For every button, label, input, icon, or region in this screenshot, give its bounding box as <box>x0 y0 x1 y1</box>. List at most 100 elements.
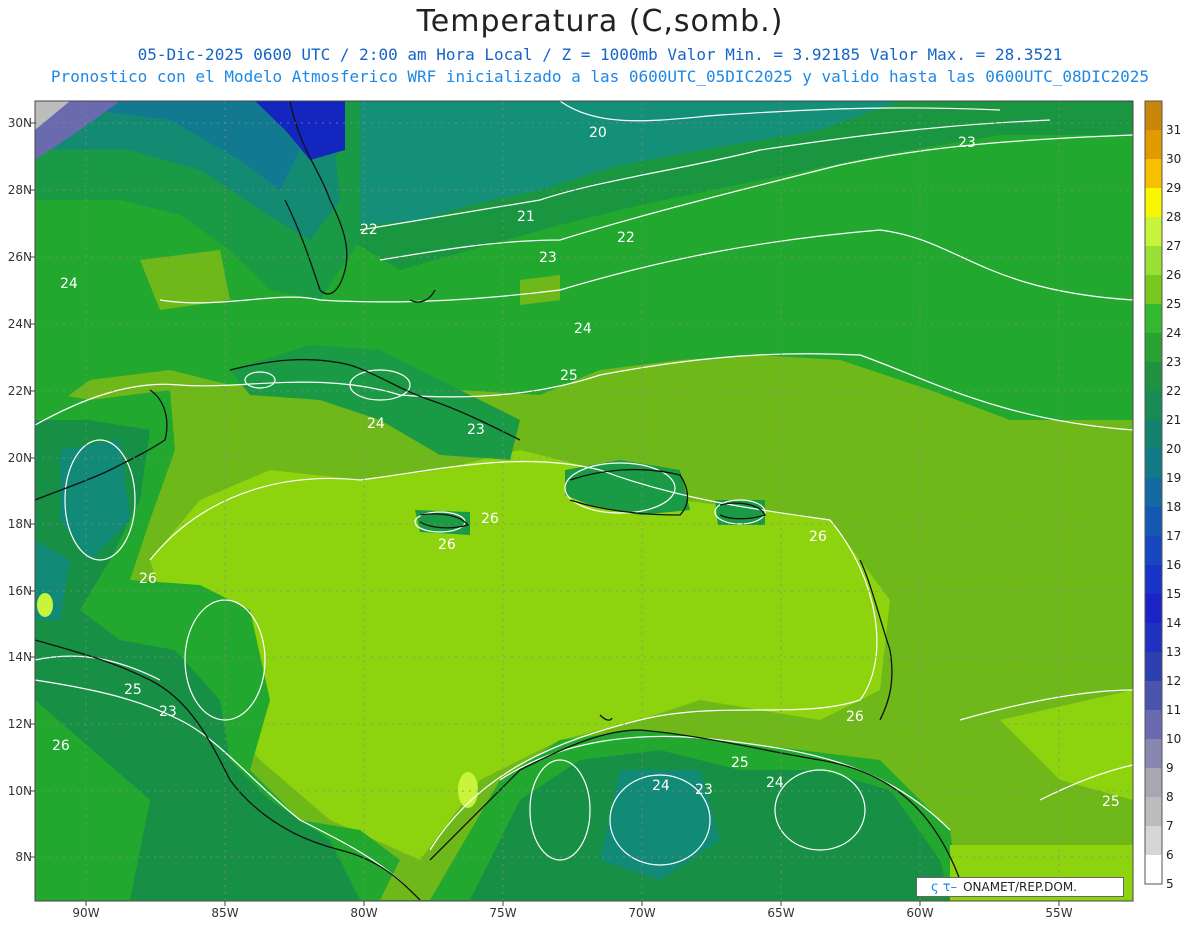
contour-label: 25 <box>1102 794 1120 810</box>
colorbar-swatch <box>1145 449 1162 478</box>
colorbar-tick-label: 8 <box>1166 790 1174 804</box>
contour-label: 24 <box>574 321 592 337</box>
contour-label: 20 <box>589 125 607 141</box>
colorbar-swatch <box>1145 826 1162 855</box>
colorbar-swatch <box>1145 710 1162 739</box>
contour-label: 26 <box>438 537 456 553</box>
colorbar-swatch <box>1145 507 1162 536</box>
contour-label: 25 <box>731 755 749 771</box>
map-title: Temperatura (C,somb.) <box>416 4 784 39</box>
colorbar-swatch <box>1145 101 1162 130</box>
subtitle-date-range: 05-Dic-2025 0600 UTC / 2:00 am Hora Loca… <box>137 45 1063 64</box>
colorbar-tick-label: 12 <box>1166 674 1182 688</box>
onamet-logo-text: ONAMET/REP.DOM. <box>963 880 1077 894</box>
colorbar-tick-label: 31 <box>1166 123 1182 137</box>
contour-label: 23 <box>159 704 177 720</box>
colorbar-swatch <box>1145 159 1162 188</box>
contour-label: 26 <box>846 709 864 725</box>
colorbar-tick-label: 17 <box>1166 529 1182 543</box>
lon-label: 75W <box>489 906 517 920</box>
colorbar-swatch <box>1145 594 1162 623</box>
colorbar-tick-label: 18 <box>1166 500 1182 514</box>
colorbar-tick-label: 23 <box>1166 355 1182 369</box>
colorbar-tick-label: 7 <box>1166 819 1174 833</box>
lat-label: 28N <box>7 183 32 197</box>
colorbar-tick-label: 5 <box>1166 877 1174 891</box>
colorbar <box>1144 100 1163 885</box>
lon-label: 80W <box>350 906 378 920</box>
colorbar-swatch <box>1145 623 1162 652</box>
colorbar-swatch <box>1145 304 1162 333</box>
lat-label: 12N <box>7 717 32 731</box>
contour-label: 23 <box>958 135 976 151</box>
lat-label: 14N <box>7 650 32 664</box>
lon-label: 70W <box>628 906 656 920</box>
colorbar-swatch <box>1145 739 1162 768</box>
colorbar-tick-label: 28 <box>1166 210 1182 224</box>
colorbar-tick-label: 14 <box>1166 616 1182 630</box>
lon-label: 85W <box>211 906 239 920</box>
onamet-logo: ς τ– ONAMET/REP.DOM. <box>916 877 1124 897</box>
colorbar-tick-label: 19 <box>1166 471 1182 485</box>
forecast-map: 20 23 21 22 22 23 24 24 25 24 23 26 26 2… <box>30 100 1163 906</box>
lat-label: 8N <box>15 850 32 864</box>
colorbar-swatch <box>1145 333 1162 362</box>
colorbar-swatch <box>1145 681 1162 710</box>
colorbar-swatch <box>1145 391 1162 420</box>
lon-label: 65W <box>767 906 795 920</box>
lat-label: 16N <box>7 584 32 598</box>
colorbar-swatch <box>1145 217 1162 246</box>
contour-label: 24 <box>60 276 78 292</box>
lon-label: 55W <box>1045 906 1073 920</box>
contour-label: 22 <box>617 230 635 246</box>
colorbar-tick-label: 15 <box>1166 587 1182 601</box>
contour-label: 26 <box>481 511 499 527</box>
colorbar-swatch <box>1145 275 1162 304</box>
colorbar-tick-label: 11 <box>1166 703 1182 717</box>
contour-label: 25 <box>124 682 142 698</box>
colorbar-tick-label: 27 <box>1166 239 1182 253</box>
lon-label: 90W <box>72 906 100 920</box>
colorbar-tick-label: 26 <box>1166 268 1182 282</box>
colorbar-swatch <box>1145 565 1162 594</box>
colorbar-swatch <box>1145 652 1162 681</box>
lat-label: 26N <box>7 250 32 264</box>
contour-label: 24 <box>766 775 784 791</box>
contour-label: 24 <box>367 416 385 432</box>
lat-label: 22N <box>7 384 32 398</box>
colorbar-tick-label: 21 <box>1166 413 1182 427</box>
contour-label: 26 <box>809 529 827 545</box>
colorbar-tick-label: 25 <box>1166 297 1182 311</box>
colorbar-tick-label: 16 <box>1166 558 1182 572</box>
contour-label: 23 <box>467 422 485 438</box>
contour-label: 24 <box>652 778 670 794</box>
contour-label: 26 <box>52 738 70 754</box>
lat-label: 10N <box>7 784 32 798</box>
colorbar-tick-label: 22 <box>1166 384 1182 398</box>
contour-label: 21 <box>517 209 535 225</box>
colorbar-swatch <box>1145 246 1162 275</box>
colorbar-swatch <box>1145 536 1162 565</box>
colorbar-tick-label: 30 <box>1166 152 1182 166</box>
lat-label: 20N <box>7 451 32 465</box>
colorbar-swatch <box>1145 768 1162 797</box>
colorbar-tick-label: 13 <box>1166 645 1182 659</box>
colorbar-swatch <box>1145 855 1162 884</box>
lon-label: 60W <box>906 906 934 920</box>
lat-label: 30N <box>7 116 32 130</box>
colorbar-tick-label: 9 <box>1166 761 1174 775</box>
colorbar-swatch <box>1145 478 1162 507</box>
colorbar-tick-label: 29 <box>1166 181 1182 195</box>
contour-label: 23 <box>695 782 713 798</box>
colorbar-swatch <box>1145 420 1162 449</box>
colorbar-tick-label: 20 <box>1166 442 1182 456</box>
lat-label: 18N <box>7 517 32 531</box>
colorbar-swatch <box>1145 130 1162 159</box>
colorbar-tick-label: 6 <box>1166 848 1174 862</box>
colorbar-swatch <box>1145 797 1162 826</box>
lat-label: 24N <box>7 317 32 331</box>
onamet-logo-icon: ς τ– <box>931 879 958 895</box>
contour-label: 23 <box>539 250 557 266</box>
colorbar-swatch <box>1145 188 1162 217</box>
contour-label: 22 <box>360 222 378 238</box>
